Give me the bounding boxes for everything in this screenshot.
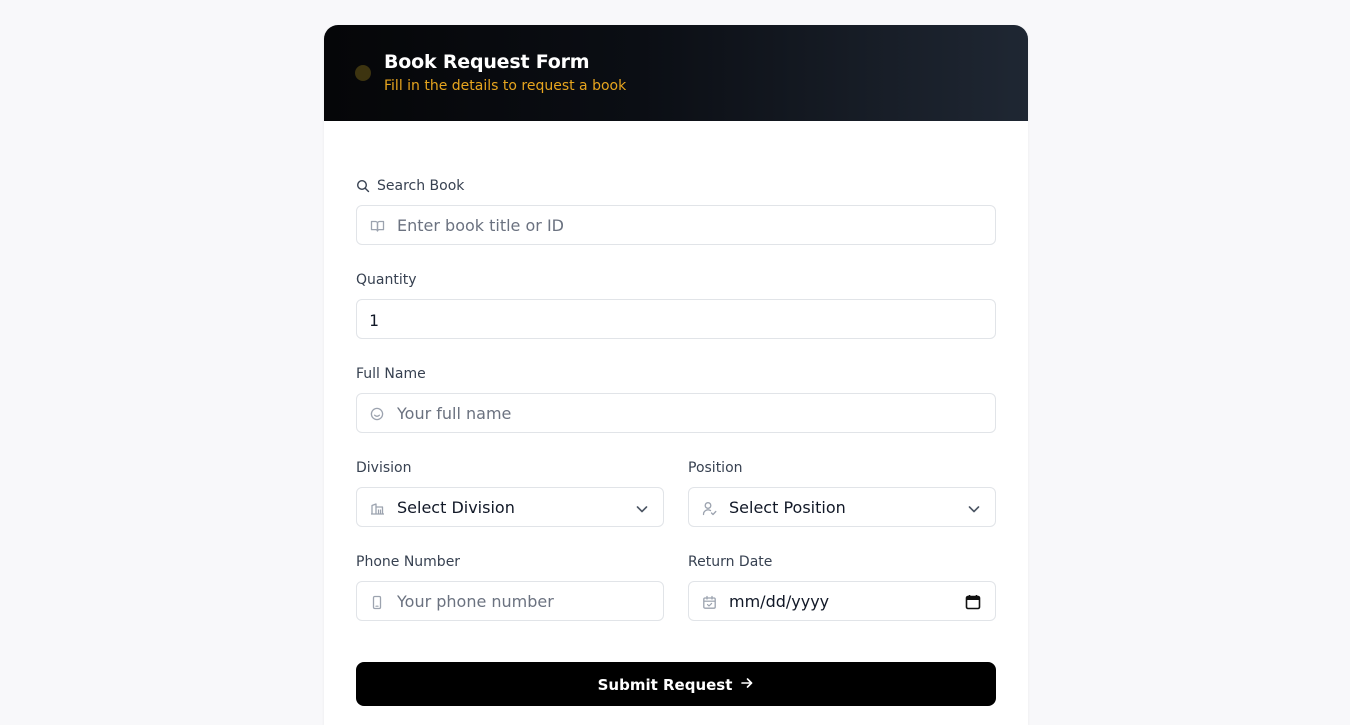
- search-book-label-text: Search Book: [377, 178, 465, 194]
- division-selected: Select Division: [397, 498, 515, 517]
- chevron-down-icon: [635, 501, 649, 515]
- calendar-icon: [701, 594, 717, 610]
- quantity-input[interactable]: 1: [356, 299, 996, 339]
- phone-label-text: Phone Number: [356, 554, 461, 570]
- search-book-label: Search Book: [356, 178, 464, 194]
- submit-button-label: Submit Request: [597, 676, 733, 694]
- return-date-input[interactable]: mm/dd/yyyy: [688, 581, 996, 621]
- phone-input[interactable]: Your phone number: [356, 581, 664, 621]
- position-select[interactable]: Select Position: [688, 487, 996, 527]
- quantity-value: 1: [369, 311, 379, 330]
- full-name-placeholder: Your full name: [397, 404, 512, 423]
- calendar-picker-icon[interactable]: [965, 594, 981, 610]
- user-circle-icon: [369, 406, 385, 422]
- division-label-text: Division: [356, 460, 412, 476]
- status-dot: [355, 65, 371, 81]
- page-title: Book Request Form: [384, 51, 590, 73]
- position-selected: Select Position: [729, 498, 846, 517]
- book-icon: [369, 218, 385, 234]
- user-check-icon: [701, 500, 717, 516]
- return-date-label-text: Return Date: [688, 554, 773, 570]
- return-date-placeholder: mm/dd/yyyy: [729, 592, 830, 611]
- chevron-down-icon: [967, 501, 981, 515]
- position-label-text: Position: [688, 460, 743, 476]
- submit-request-button[interactable]: Submit Request: [356, 662, 996, 706]
- form-header: Book Request Form Fill in the details to…: [324, 25, 1028, 121]
- full-name-label: Full Name: [356, 366, 426, 382]
- phone-label: Phone Number: [356, 554, 460, 570]
- quantity-label-text: Quantity: [356, 272, 417, 288]
- arrow-right-icon: [740, 676, 754, 706]
- request-form-card: Book Request Form Fill in the details to…: [324, 25, 1028, 725]
- full-name-label-text: Full Name: [356, 366, 426, 382]
- building-icon: [369, 500, 385, 516]
- full-name-input[interactable]: Your full name: [356, 393, 996, 433]
- phone-icon: [369, 594, 385, 610]
- page-subtitle: Fill in the details to request a book: [384, 78, 627, 94]
- position-label: Position: [688, 460, 743, 476]
- division-select[interactable]: Select Division: [356, 487, 664, 527]
- return-date-label: Return Date: [688, 554, 772, 570]
- phone-placeholder: Your phone number: [397, 592, 554, 611]
- division-label: Division: [356, 460, 411, 476]
- search-icon: [356, 179, 370, 193]
- search-book-input[interactable]: Enter book title or ID: [356, 205, 996, 245]
- search-book-placeholder: Enter book title or ID: [397, 216, 564, 235]
- quantity-label: Quantity: [356, 272, 417, 288]
